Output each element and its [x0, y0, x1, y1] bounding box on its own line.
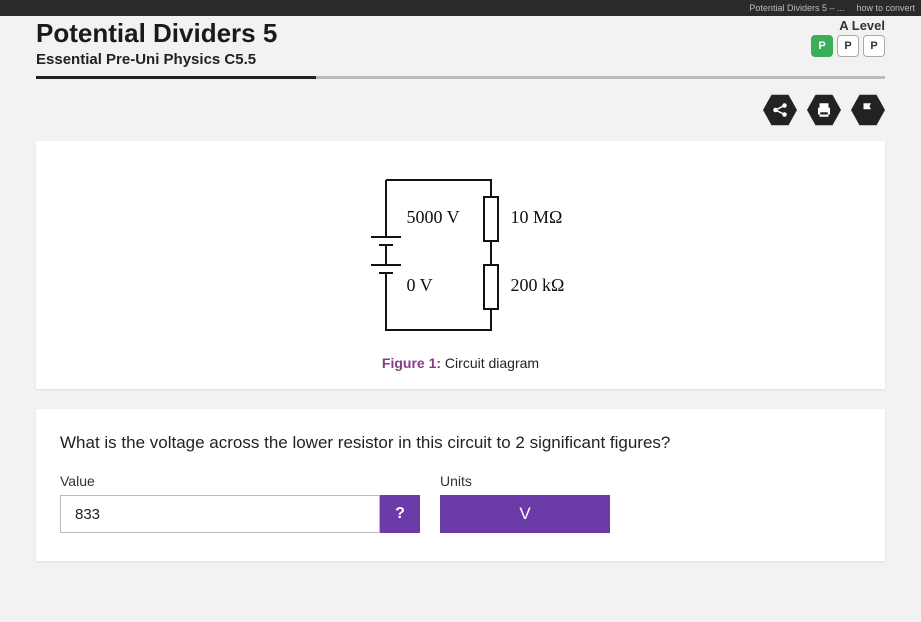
figure-caption: Figure 1: Circuit diagram [48, 355, 873, 371]
resistor-top-label: 10 MΩ [511, 207, 563, 228]
help-button[interactable]: ? [380, 495, 420, 533]
flag-button[interactable] [851, 93, 885, 127]
page-content: Potential Dividers 5 Essential Pre-Uni P… [0, 16, 921, 622]
resistor-bottom-label: 200 kΩ [511, 275, 565, 296]
stage-badge[interactable]: P [811, 35, 833, 57]
figure-panel: 5000 V 0 V 10 MΩ 200 kΩ Figure 1: Circui… [36, 141, 885, 389]
question-panel: What is the voltage across the lower res… [36, 409, 885, 561]
voltage-high-label: 5000 V [407, 207, 460, 228]
share-icon [771, 101, 789, 119]
stage-badge[interactable]: P [837, 35, 859, 57]
flag-icon [859, 101, 877, 119]
value-label: Value [60, 473, 420, 489]
value-input[interactable] [60, 495, 380, 533]
stage-badge[interactable]: P [863, 35, 885, 57]
level-indicator: A Level P P P [811, 18, 885, 57]
browser-tab[interactable]: how to convert [856, 3, 915, 13]
page-title: Potential Dividers 5 [36, 18, 277, 49]
printer-icon [815, 101, 833, 119]
header-divider [36, 76, 885, 79]
figure-number: Figure 1: [382, 355, 441, 371]
level-label: A Level [811, 18, 885, 33]
browser-tab-strip: Potential Dividers 5 – ... how to conver… [0, 0, 921, 16]
circuit-diagram: 5000 V 0 V 10 MΩ 200 kΩ [331, 165, 591, 345]
share-button[interactable] [763, 93, 797, 127]
action-toolbar [36, 93, 885, 127]
units-label: Units [440, 473, 610, 489]
browser-tab[interactable]: Potential Dividers 5 – ... [749, 3, 844, 13]
figure-caption-text: Circuit diagram [441, 355, 539, 371]
page-header: Potential Dividers 5 Essential Pre-Uni P… [36, 16, 885, 68]
voltage-low-label: 0 V [407, 275, 433, 296]
units-select[interactable]: V [440, 495, 610, 533]
page-subtitle: Essential Pre-Uni Physics C5.5 [36, 51, 277, 68]
question-text: What is the voltage across the lower res… [60, 433, 861, 453]
print-button[interactable] [807, 93, 841, 127]
